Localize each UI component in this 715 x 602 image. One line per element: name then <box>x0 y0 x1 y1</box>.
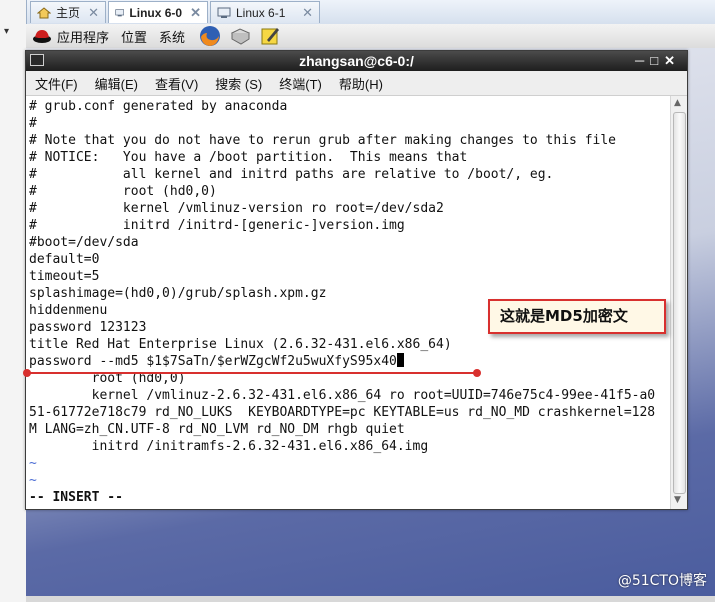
terminal-line: kernel /vmlinuz-2.6.32-431.el6.x86_64 ro… <box>29 388 656 403</box>
scroll-down-icon[interactable]: ▼ <box>674 495 681 505</box>
vim-tilde-line: ~ <box>29 473 37 488</box>
terminal-line: # initrd /initrd-[generic-]version.img <box>29 218 405 233</box>
annotation-dot-right <box>473 369 481 377</box>
annotation-underline <box>27 372 477 374</box>
menu-edit[interactable]: 编辑(E) <box>86 74 146 93</box>
terminal-line: default=0 <box>29 252 100 267</box>
firefox-icon[interactable] <box>199 25 221 47</box>
terminal-line: password 123123 <box>29 320 147 335</box>
vim-mode-indicator: -- INSERT -- <box>29 490 123 505</box>
places-label: 位置 <box>121 29 148 45</box>
terminal-title: zhangsan@c6-0:/ <box>299 53 414 69</box>
terminal-line: hiddenmenu <box>29 303 108 318</box>
menu-file[interactable]: 文件(F) <box>26 74 86 93</box>
system-label: 系统 <box>159 29 186 45</box>
terminal-line: title Red Hat Enterprise Linux (2.6.32-4… <box>29 337 452 352</box>
system-menu[interactable]: 系统 <box>159 27 185 46</box>
applications-menu[interactable]: 应用程序 <box>32 27 109 46</box>
maximize-icon[interactable]: □ <box>650 53 664 68</box>
minimize-icon[interactable]: ─ <box>635 53 650 68</box>
chevron-down-icon[interactable]: ▾ <box>4 26 9 37</box>
terminal-line: # Note that you do not have to rerun gru… <box>29 133 616 148</box>
vertical-scrollbar[interactable]: ▲ ▼ <box>670 96 687 509</box>
left-sidebar-edge: ▾ <box>0 24 27 602</box>
vim-tilde-line: ~ <box>29 456 37 471</box>
close-icon[interactable]: ✕ <box>294 5 313 21</box>
applications-label: 应用程序 <box>57 29 110 45</box>
annotation-dot-left <box>23 369 31 377</box>
text-cursor <box>396 353 404 367</box>
terminal-line: # root (hd0,0) <box>29 184 217 199</box>
vm-tab-bar: 主页 ✕ Linux 6-0 ✕ Linux 6-1 ✕ <box>0 0 715 25</box>
menu-help[interactable]: 帮助(H) <box>330 74 391 93</box>
tab-bar-left-stub <box>0 0 27 24</box>
tab-home-label: 主页 <box>56 6 81 20</box>
scrollbar-thumb[interactable] <box>673 112 686 494</box>
terminal-line: # <box>29 116 37 131</box>
tab-home[interactable]: 主页 ✕ <box>30 1 106 23</box>
close-icon[interactable]: ✕ <box>182 5 201 21</box>
tab-linux-6-1[interactable]: Linux 6-1 ✕ <box>210 1 320 23</box>
terminal-icon <box>30 54 44 66</box>
terminal-line: # NOTICE: You have a /boot partition. Th… <box>29 150 468 165</box>
close-icon[interactable]: ✕ <box>664 53 681 68</box>
menu-terminal[interactable]: 终端(T) <box>270 74 330 93</box>
vm-icon <box>115 8 125 16</box>
terminal-line: # kernel /vmlinuz-version ro root=/dev/s… <box>29 201 444 216</box>
terminal-line: initrd /initramfs-2.6.32-431.el6.x86_64.… <box>29 439 429 454</box>
tab-linux-6-0-label: Linux 6-0 <box>129 5 183 20</box>
terminal-titlebar[interactable]: zhangsan@c6-0:/ ─□✕ <box>26 51 687 71</box>
terminal-line: timeout=5 <box>29 269 100 284</box>
mail-icon[interactable] <box>229 25 251 47</box>
terminal-line: M LANG=zh_CN.UTF-8 rd_NO_LVM rd_NO_DM rh… <box>29 422 405 437</box>
terminal-line: # all kernel and initrd paths are relati… <box>29 167 554 182</box>
scroll-up-icon[interactable]: ▲ <box>674 98 681 108</box>
vm-icon <box>217 7 231 18</box>
terminal-line: # grub.conf generated by anaconda <box>29 99 288 114</box>
terminal-menubar: 文件(F) 编辑(E) 查看(V) 搜索 (S) 终端(T) 帮助(H) <box>26 71 687 96</box>
tab-linux-6-1-label: Linux 6-1 <box>236 5 286 20</box>
bottom-strip <box>26 596 715 602</box>
tab-linux-6-0[interactable]: Linux 6-0 ✕ <box>108 1 208 23</box>
terminal-line: 51-61772e718c79 rd_NO_LUKS KEYBOARDTYPE=… <box>29 405 656 420</box>
terminal-line: #boot=/dev/sda <box>29 235 139 250</box>
menu-view[interactable]: 查看(V) <box>146 74 206 93</box>
terminal-line-md5: password --md5 $1$7SaTn/$erWZgcWf2u5wuXf… <box>29 353 404 370</box>
close-icon[interactable]: ✕ <box>80 5 99 21</box>
terminal-window: zhangsan@c6-0:/ ─□✕ 文件(F) 编辑(E) 查看(V) 搜索… <box>25 50 688 510</box>
watermark: @51CTO博客 <box>617 573 707 589</box>
redhat-icon <box>33 30 51 43</box>
places-menu[interactable]: 位置 <box>121 27 147 46</box>
notes-icon[interactable] <box>259 25 281 47</box>
terminal-line: splashimage=(hd0,0)/grub/splash.xpm.gz <box>29 286 327 301</box>
home-icon <box>37 6 51 18</box>
gnome-top-panel: 应用程序 位置 系统 <box>26 24 715 49</box>
menu-search[interactable]: 搜索 (S) <box>206 74 270 93</box>
annotation-callout: 这就是MD5加密文 <box>488 299 666 334</box>
md5-password-line: password --md5 $1$7SaTn/$erWZgcWf2u5wuXf… <box>29 354 397 369</box>
window-controls: ─□✕ <box>635 51 681 71</box>
